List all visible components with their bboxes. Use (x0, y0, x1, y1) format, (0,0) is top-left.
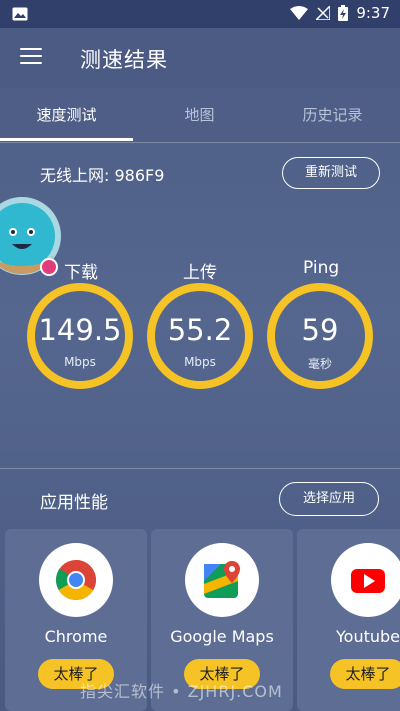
status-bar: 9:37 (0, 0, 400, 28)
choose-app-button[interactable]: 选择应用 (279, 482, 379, 516)
app-name: Youtube (336, 627, 400, 646)
status-time: 9:37 (356, 4, 390, 22)
page-title: 测速结果 (80, 48, 168, 72)
app-name: Google Maps (170, 627, 274, 646)
active-tab-indicator (0, 138, 133, 141)
wifi-icon (290, 6, 309, 20)
no-signal-icon (316, 6, 331, 20)
tab-divider (0, 142, 400, 143)
app-rating-badge: 太棒了 (330, 659, 400, 689)
battery-charging-icon (338, 5, 349, 21)
upload-gauge: 55.2 Mbps (147, 283, 253, 389)
download-value: 149.5 (38, 313, 122, 347)
tab-history[interactable]: 历史记录 (266, 88, 399, 142)
app-name: Chrome (44, 627, 108, 646)
image-icon (12, 7, 28, 21)
section-divider (0, 468, 400, 469)
network-label: 无线上网: 986F9 (40, 166, 165, 185)
ping-unit: 毫秒 (307, 357, 332, 371)
tab-map[interactable]: 地图 (133, 88, 266, 142)
hamburger-icon[interactable] (20, 48, 42, 66)
upload-label: 上传 (183, 263, 217, 283)
download-unit: Mbps (64, 355, 96, 369)
youtube-icon (331, 543, 400, 617)
app-card-youtube[interactable]: Youtube 太棒了 (297, 529, 400, 711)
upload-value: 55.2 (167, 313, 233, 347)
google-maps-icon (185, 543, 259, 617)
tab-bar: 速度测试 地图 历史记录 (0, 88, 400, 142)
watermark: 指尖汇软件 • ZJHRJ.COM (80, 682, 283, 701)
app-bar: 测速结果 (0, 28, 400, 88)
app-performance-title: 应用性能 (40, 493, 108, 513)
upload-unit: Mbps (184, 355, 216, 369)
retest-button[interactable]: 重新测试 (282, 157, 380, 189)
download-label: 下载 (64, 263, 98, 283)
download-gauge: 149.5 Mbps (27, 283, 133, 389)
ping-gauge: 59 毫秒 (267, 283, 373, 389)
download-indicator-icon (40, 258, 58, 276)
tab-speed-test[interactable]: 速度测试 (0, 88, 133, 142)
ping-value: 59 (301, 313, 339, 347)
ping-label: Ping (303, 258, 340, 278)
chrome-icon (39, 543, 113, 617)
